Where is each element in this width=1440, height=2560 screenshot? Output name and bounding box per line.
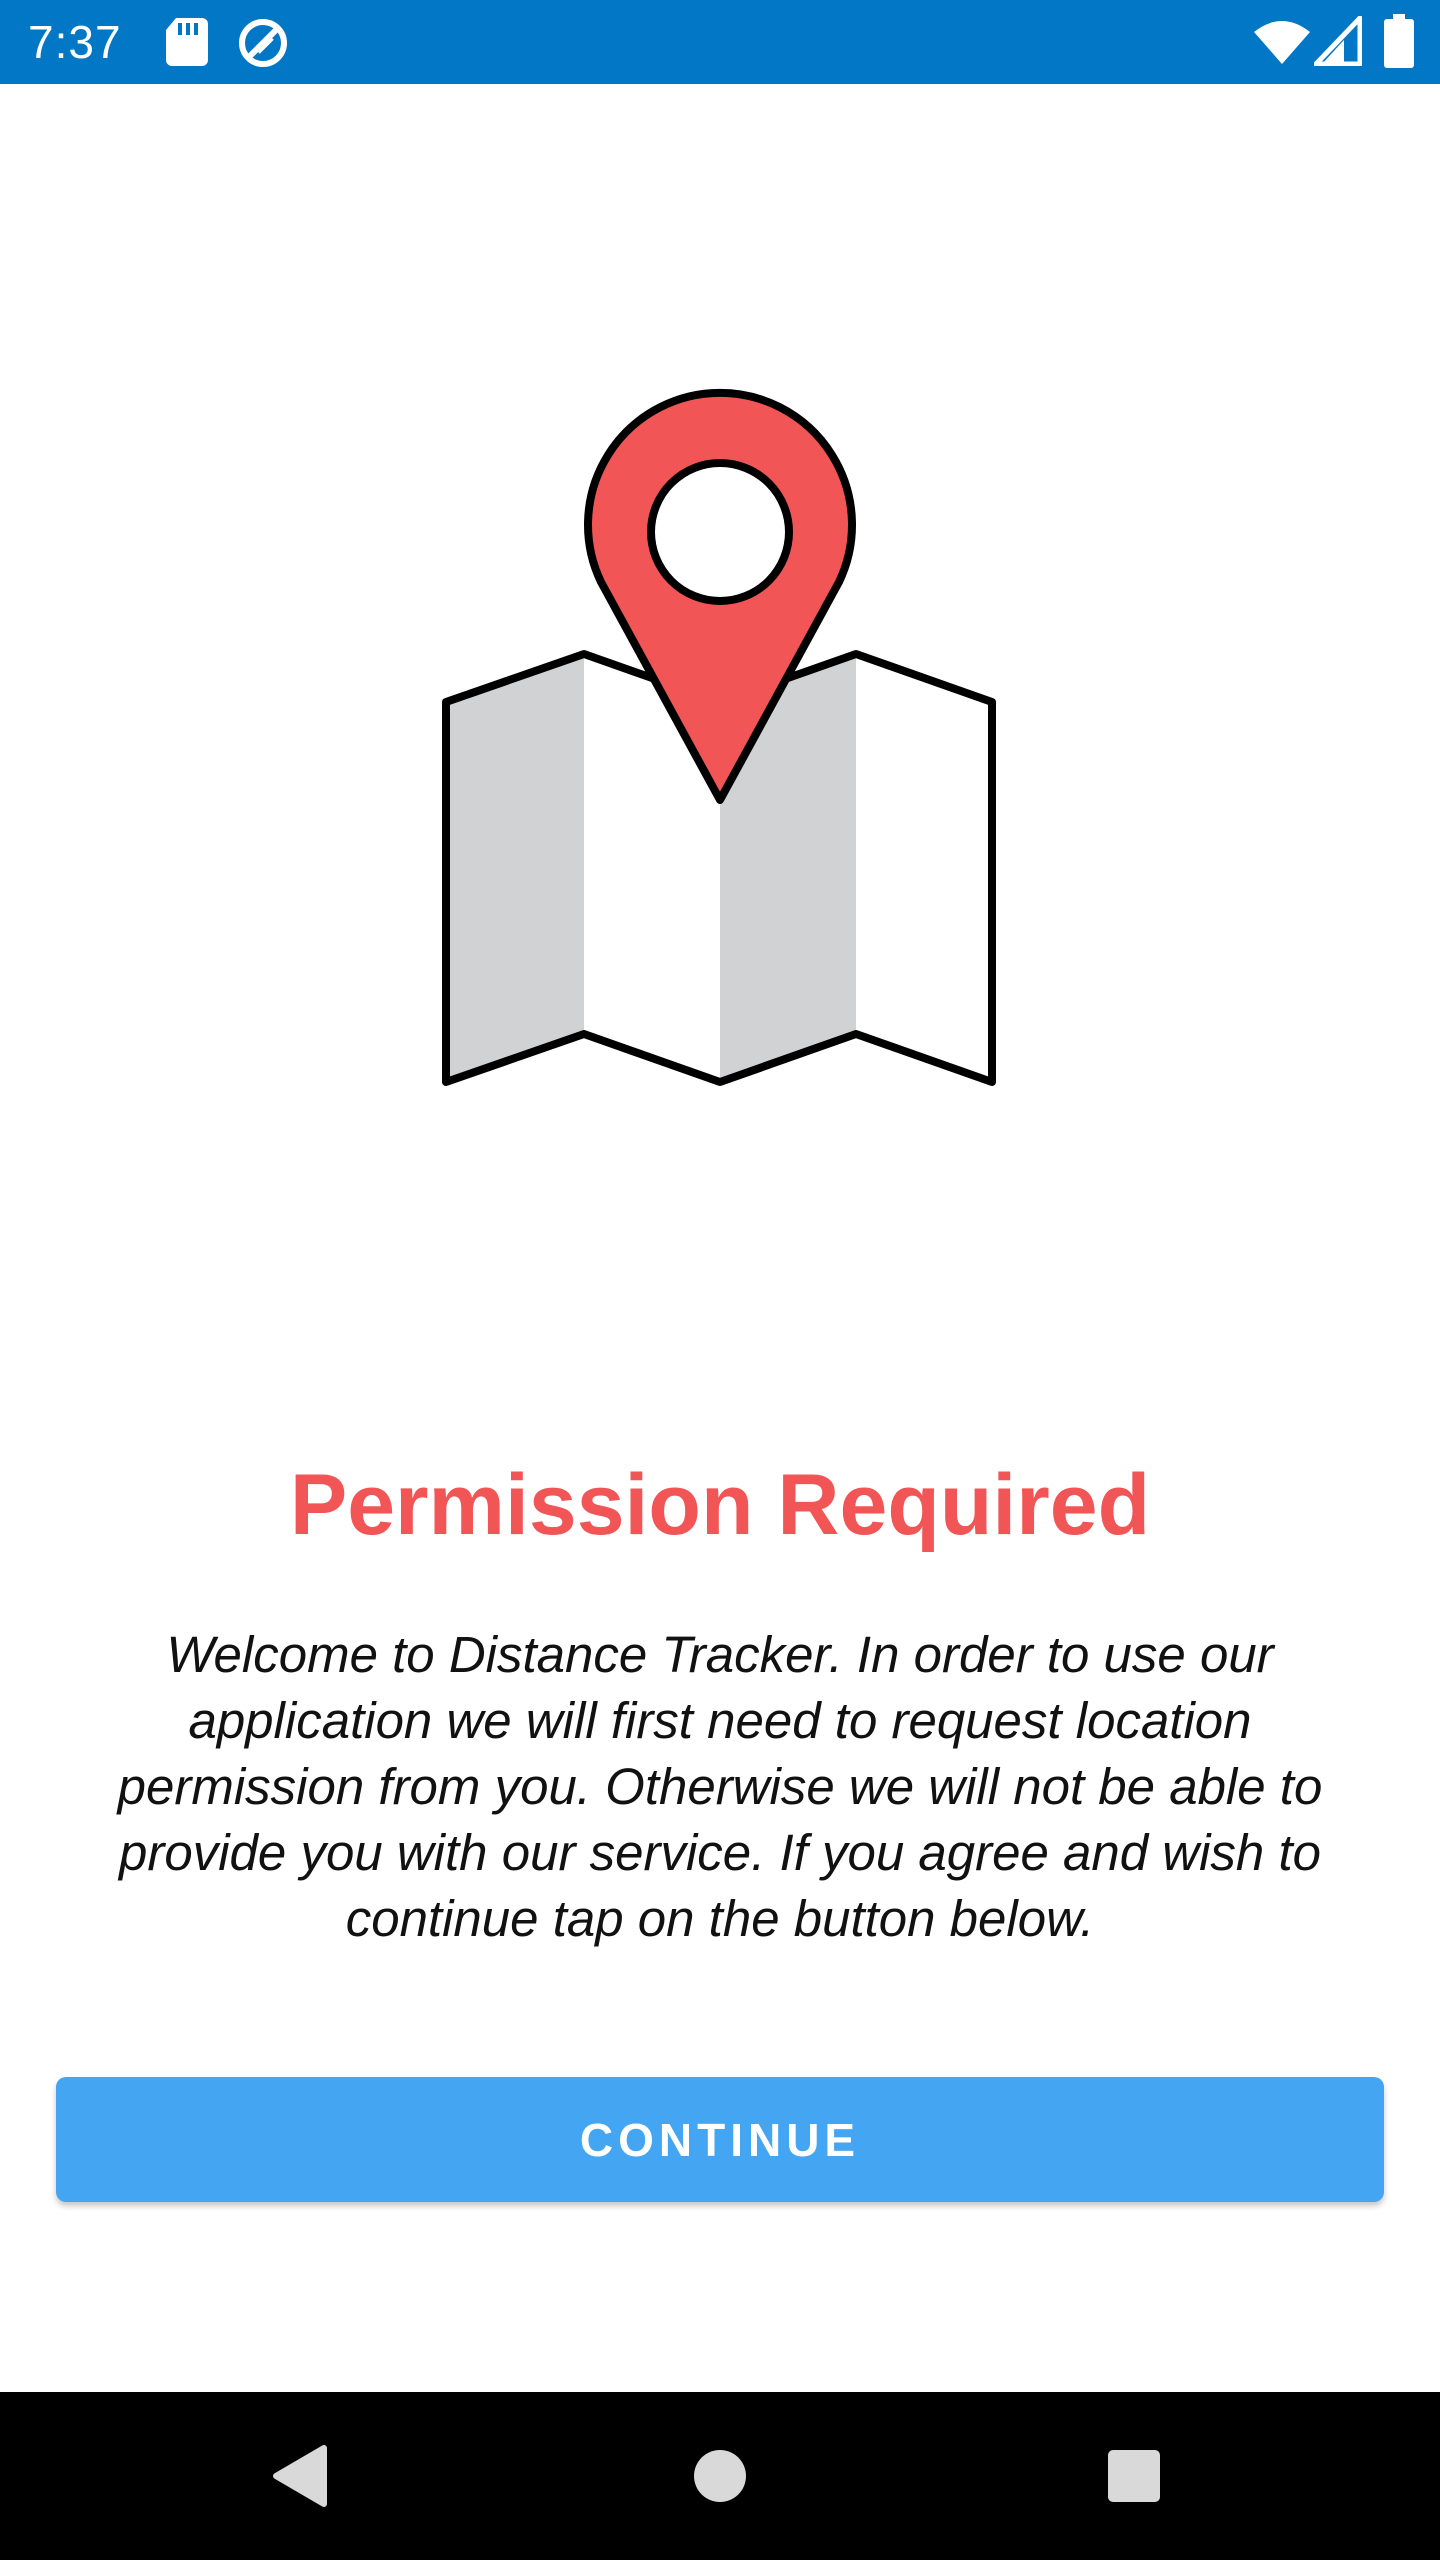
status-bar: 7:37	[0, 0, 1440, 84]
map-pin-icon	[442, 388, 996, 1086]
message-line: permission from you. Otherwise we will n…	[117, 1758, 1323, 1815]
recents-icon[interactable]	[1094, 2436, 1174, 2516]
navigation-bar	[0, 2392, 1440, 2560]
battery-icon	[1384, 14, 1414, 68]
cell-signal-icon	[1314, 16, 1362, 66]
back-icon[interactable]	[262, 2436, 342, 2516]
sd-card-icon	[166, 18, 208, 66]
continue-button[interactable]: CONTINUE	[56, 2077, 1384, 2202]
message-line: Welcome to Distance Tracker. In order to…	[166, 1626, 1274, 1683]
wifi-icon	[1254, 21, 1310, 64]
page-title: Permission Required	[289, 1457, 1151, 1553]
home-icon[interactable]	[680, 2436, 760, 2516]
message-line: provide you with our service. If you agr…	[119, 1824, 1321, 1881]
message-line: application we will first need to reques…	[188, 1692, 1252, 1749]
sync-icon	[239, 19, 287, 67]
permission-screen: 7:37 Permission Required Welcome to Dist…	[0, 0, 1440, 2560]
status-time: 7:37	[28, 16, 122, 68]
message-line: continue tap on the button below.	[345, 1890, 1095, 1947]
permission-message: Welcome to Distance Tracker. In order to…	[56, 1622, 1384, 1952]
